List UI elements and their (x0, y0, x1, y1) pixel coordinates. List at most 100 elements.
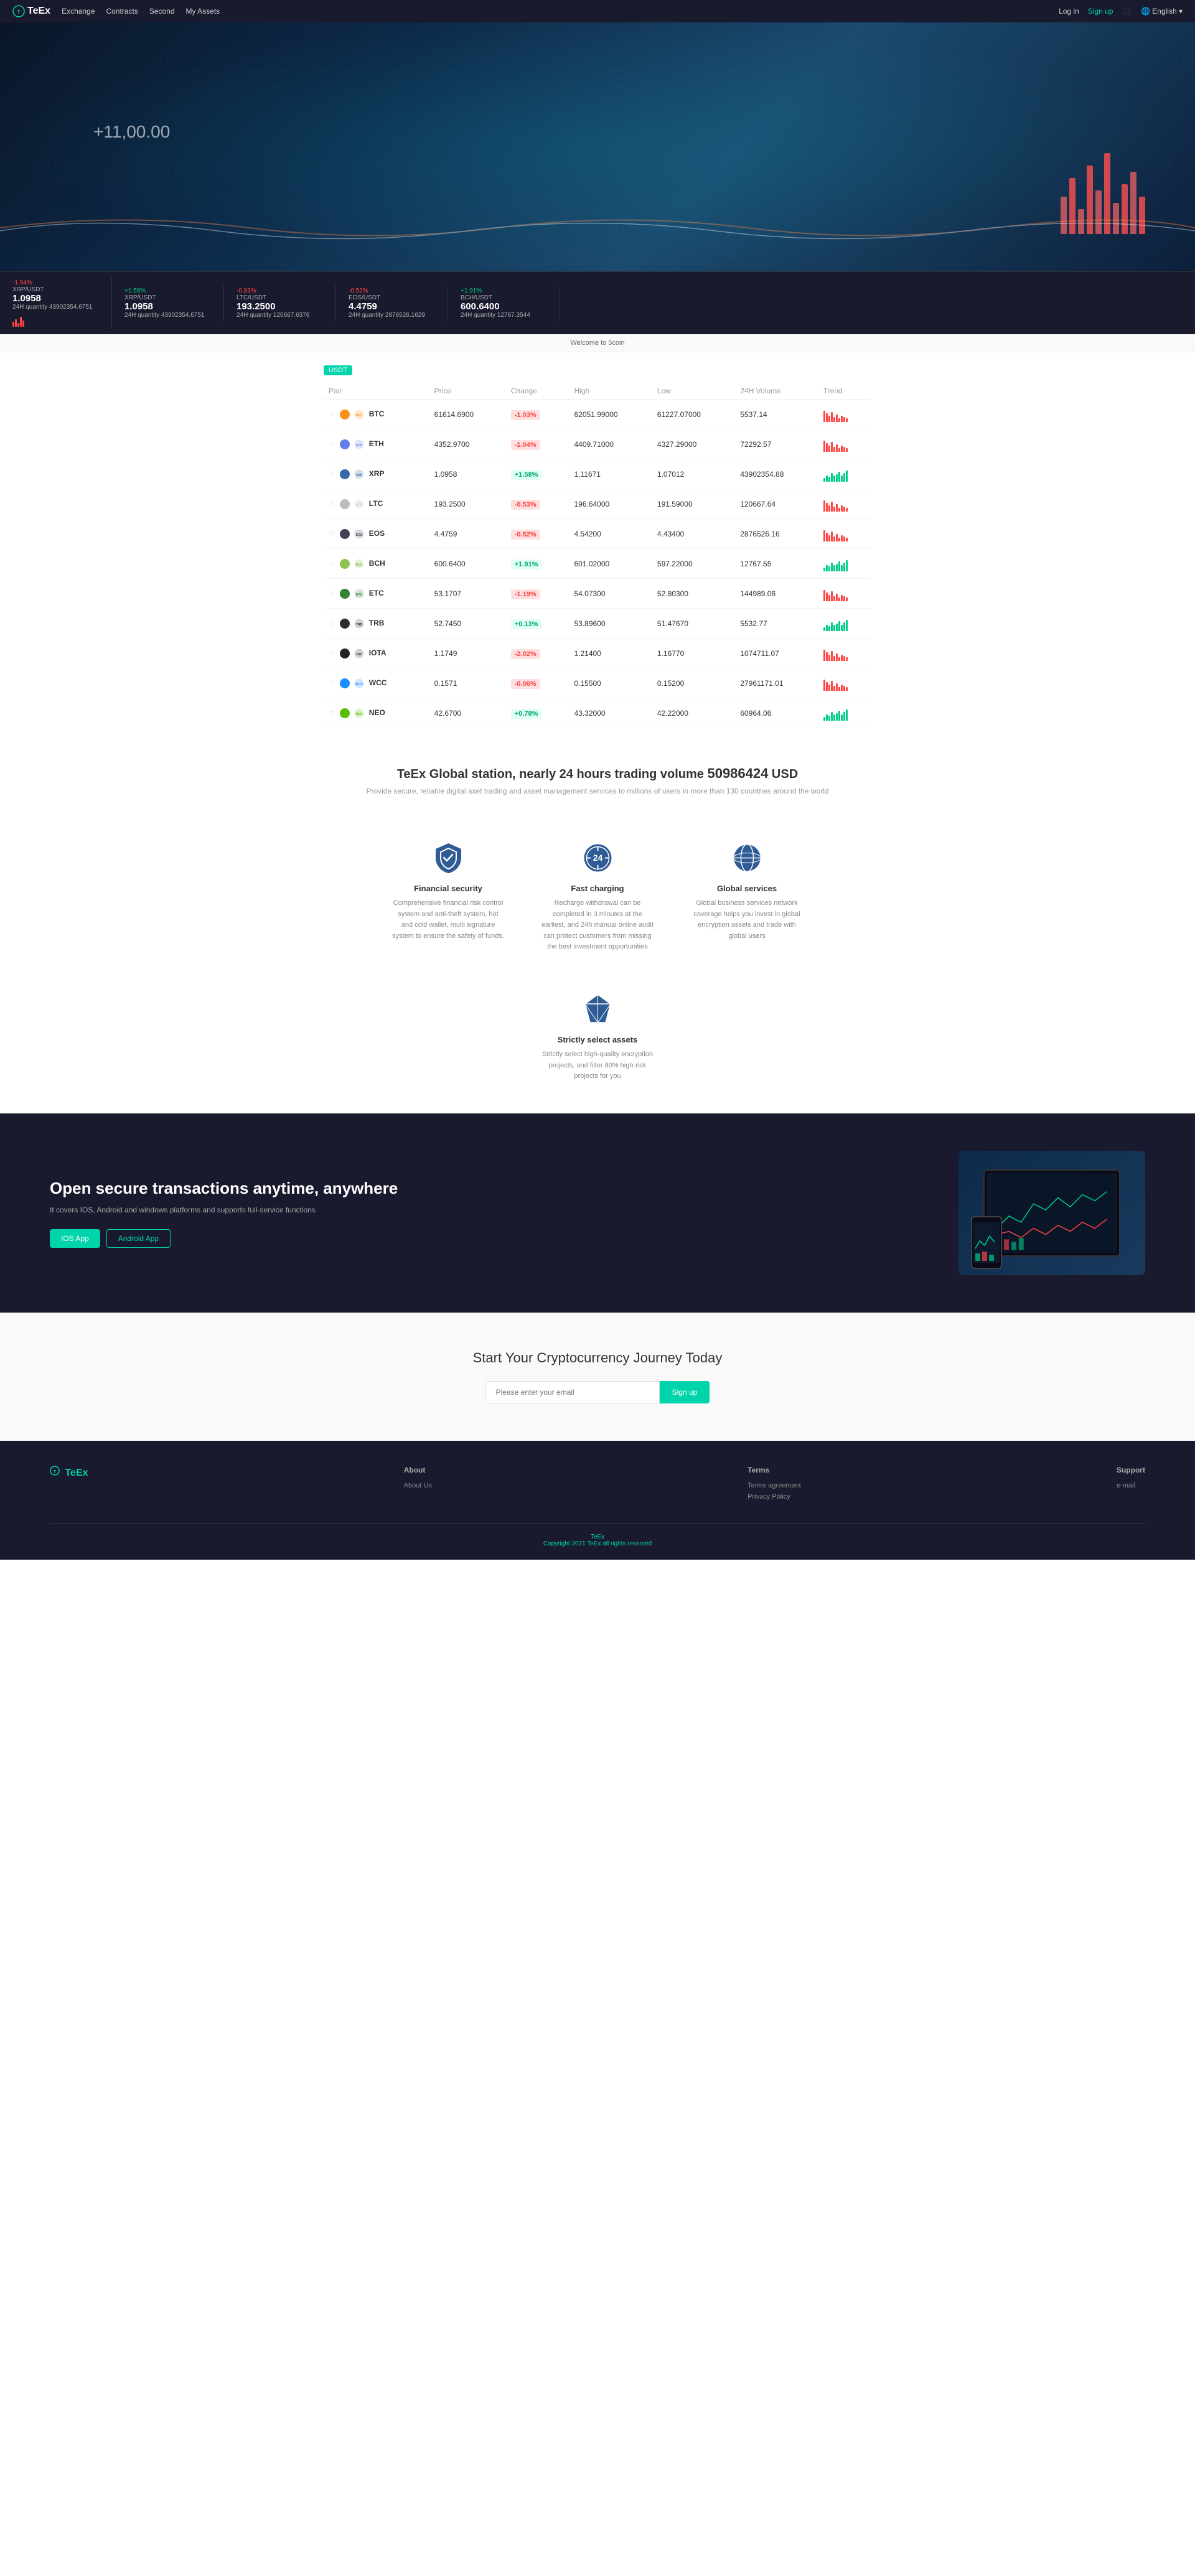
coin-trend-4 (823, 524, 848, 541)
favorite-star-2[interactable]: ☆ (329, 469, 335, 478)
coin-name-4[interactable]: EOS (369, 529, 385, 538)
nav-myassets[interactable]: My Assets (186, 7, 220, 16)
coin-badge-10: NEO (354, 708, 364, 718)
coin-badge-4: EOS (354, 529, 364, 539)
nav-second[interactable]: Second (149, 7, 175, 16)
footer-col-about: About About Us (404, 1466, 432, 1504)
coin-name-1[interactable]: ETH (369, 439, 384, 448)
stats-prefix: TeEx Global station, nearly 24 hours tra… (397, 767, 704, 781)
nav-contracts[interactable]: Contracts (106, 7, 138, 16)
coin-name-3[interactable]: LTC (369, 499, 383, 508)
coin-vol-0: 5537.14 (735, 400, 818, 429)
ticker-pair-3: EOS/USDT (349, 294, 435, 301)
footer-heading-about: About (404, 1466, 432, 1474)
coin-change-4: -0.52% (511, 530, 540, 540)
coin-price-7: 52.7450 (429, 609, 506, 639)
coin-icon-6 (340, 589, 350, 599)
coin-badge-7: TRB (354, 619, 364, 629)
coin-high-8: 1.21400 (569, 639, 652, 668)
globe-icon (728, 839, 766, 876)
coin-icon-0 (340, 410, 350, 419)
ticker-price-0: 1.0958 (12, 293, 99, 304)
feature-financial-security: Financial security Comprehensive financi… (392, 839, 504, 953)
coin-trend-0 (823, 405, 848, 422)
ios-app-button[interactable]: IOS App (50, 1229, 100, 1248)
cta-title: Start Your Cryptocurrency Journey Today (12, 1350, 1183, 1366)
table-row: ☆ LTC LTC 193.2500 -0.53% 196.64000 191.… (324, 489, 871, 519)
ticker-chart-0 (12, 312, 99, 327)
coin-vol-2: 43902354.88 (735, 459, 818, 489)
coin-change-8: -2.02% (511, 649, 540, 659)
favorite-star-1[interactable]: ☆ (329, 439, 335, 448)
favorite-star-9[interactable]: ☆ (329, 678, 335, 687)
coin-change-6: -1.19% (511, 589, 540, 599)
coin-name-6[interactable]: ETC (369, 589, 384, 597)
favorite-star-4[interactable]: ☆ (329, 529, 335, 538)
footer-link-privacy-policy[interactable]: Privacy Policy (747, 1493, 801, 1501)
table-row: ☆ ETC ETC 53.1707 -1.19% 54.07300 52.803… (324, 579, 871, 609)
coin-change-10: +0.78% (511, 709, 542, 719)
email-input[interactable] (485, 1381, 660, 1403)
coin-name-2[interactable]: XRP (369, 469, 385, 478)
coin-name-10[interactable]: NEO (369, 708, 385, 717)
favorite-star-0[interactable]: ☆ (329, 410, 335, 418)
logo[interactable]: T TeEx (12, 5, 50, 17)
favorite-star-8[interactable]: ☆ (329, 649, 335, 657)
favorite-star-6[interactable]: ☆ (329, 589, 335, 597)
app-section: Open secure transactions anytime, anywhe… (0, 1113, 1195, 1313)
ticker-price-3: 4.4759 (349, 301, 435, 312)
signup-link[interactable]: Sign up (1088, 7, 1113, 16)
coin-price-9: 0.1571 (429, 668, 506, 698)
footer-link-about-us[interactable]: About Us (404, 1482, 432, 1489)
coin-trend-7 (823, 614, 848, 631)
coin-name-7[interactable]: TRB (369, 619, 385, 627)
coin-name-9[interactable]: WCC (369, 678, 387, 687)
coin-icon-7 (340, 619, 350, 629)
clock24-icon: 24 (579, 839, 616, 876)
favorite-star-7[interactable]: ☆ (329, 619, 335, 627)
table-row: ☆ BTC BTC 61614.6900 -1.03% 62051.99000 … (324, 400, 871, 429)
ticker-item-3: -0.52% EOS/USDT 4.4759 24H quantity 2876… (336, 285, 448, 321)
nav-left: T TeEx Exchange Contracts Second My Asse… (12, 5, 220, 17)
ticker-vol-3: 24H quantity 2876526.1629 (349, 312, 435, 319)
laptop-mockup (983, 1169, 1120, 1257)
ticker-change-0: -1.94% (12, 279, 99, 286)
nav-right: Log in Sign up 🖨 🌐 English ▾ (1059, 6, 1183, 16)
table-row: ☆ TRB TRB 52.7450 +0.13% 53.89600 51.476… (324, 609, 871, 639)
login-link[interactable]: Log in (1059, 7, 1079, 16)
ticker-pair-4: BCH/USDT (461, 294, 547, 301)
coin-change-7: +0.13% (511, 619, 542, 629)
signup-button[interactable]: Sign up (660, 1381, 710, 1403)
coin-low-5: 597.22000 (652, 549, 735, 579)
footer-logo: T TeEx (50, 1466, 88, 1479)
coin-price-3: 193.2500 (429, 489, 506, 519)
coin-icon-10 (340, 708, 350, 718)
language-selector[interactable]: 🌐 English ▾ (1141, 7, 1183, 16)
favorite-star-10[interactable]: ☆ (329, 708, 335, 717)
footer-link-terms-agreement[interactable]: Terms agreement (747, 1482, 801, 1489)
coin-name-5[interactable]: BCH (369, 559, 385, 568)
nav-exchange[interactable]: Exchange (62, 7, 95, 16)
coin-change-1: -1.04% (511, 440, 540, 450)
footer-bottom: TeEx Copyright 2021 TeEx all rights rese… (50, 1523, 1145, 1547)
favorite-star-5[interactable]: ☆ (329, 559, 335, 568)
coin-vol-7: 5532.77 (735, 609, 818, 639)
coin-low-6: 52.80300 (652, 579, 735, 609)
android-app-button[interactable]: Android App (106, 1229, 171, 1248)
ticker-item-1: +1.58% XRP/USDT 1.0958 24H quantity 4390… (112, 285, 224, 321)
coin-badge-0: BTC (354, 410, 364, 419)
coin-price-6: 53.1707 (429, 579, 506, 609)
footer: T TeEx About About Us Terms Terms agreem… (0, 1441, 1195, 1560)
coin-name-0[interactable]: BTC (369, 410, 385, 418)
footer-link-email[interactable]: e-mail (1117, 1482, 1145, 1489)
coin-badge-5: BCH (354, 559, 364, 569)
coin-icon-3 (340, 499, 350, 509)
coin-name-8[interactable]: IOTA (369, 649, 387, 657)
coin-trend-2 (823, 464, 848, 482)
stats-currency: USD (772, 767, 798, 781)
feature-title-3: Strictly select assets (541, 1035, 654, 1044)
usdt-badge[interactable]: USDT (324, 365, 352, 375)
feature-global-services: Global services Global business services… (691, 839, 803, 953)
coin-icon-2 (340, 469, 350, 479)
favorite-star-3[interactable]: ☆ (329, 499, 335, 508)
